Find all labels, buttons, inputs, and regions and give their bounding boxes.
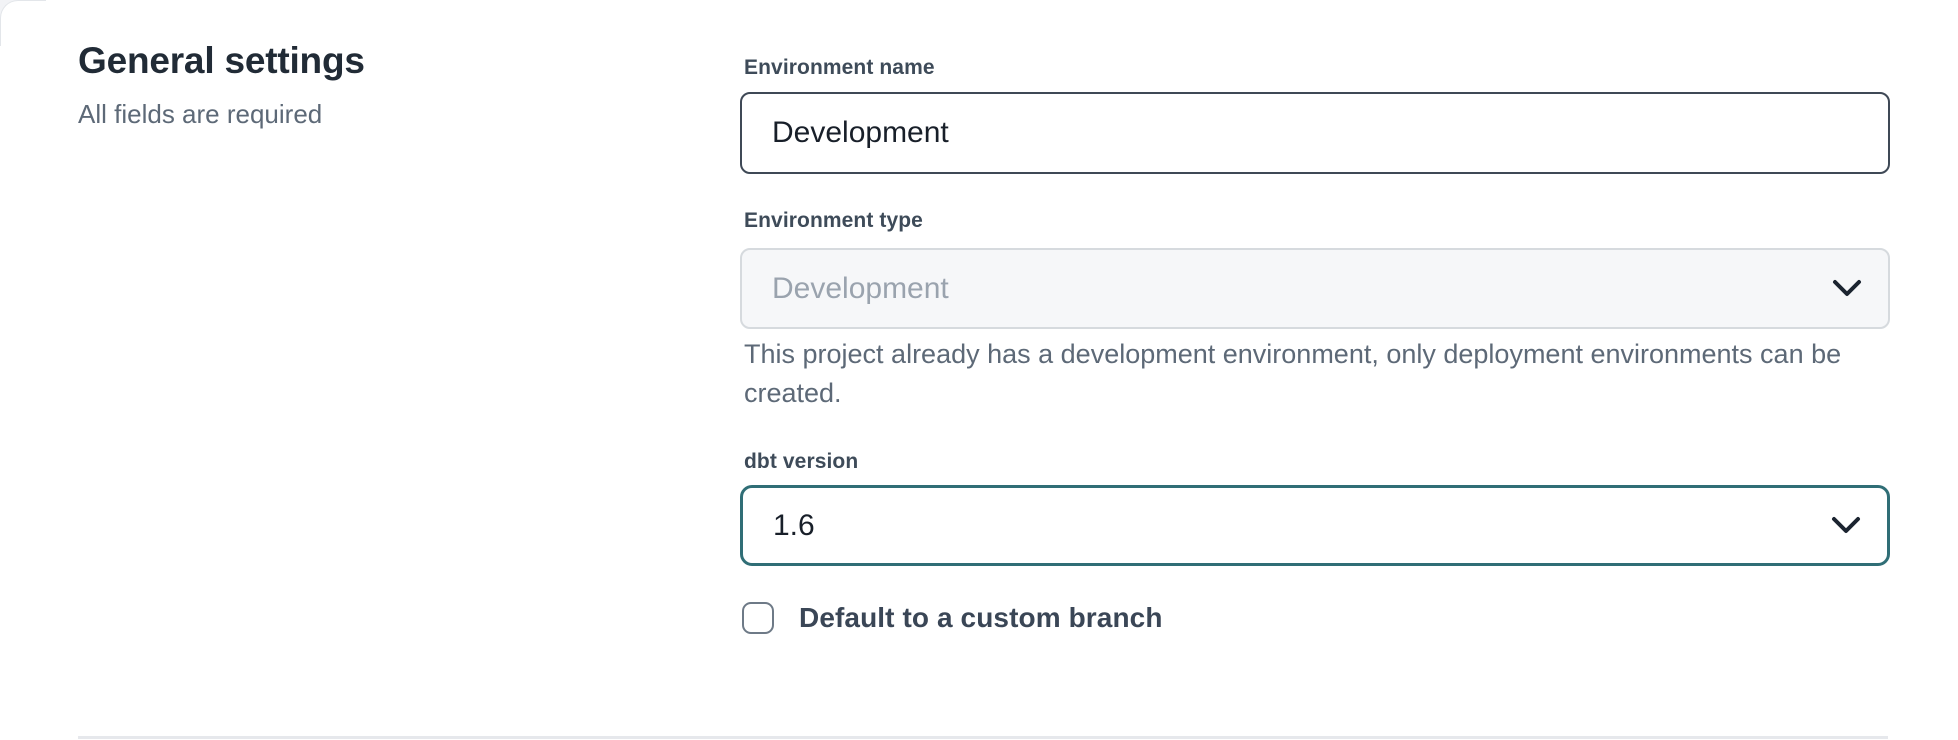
environment-type-select: Development [740, 248, 1890, 329]
environment-type-label: Environment type [744, 209, 923, 233]
page-title: General settings [78, 38, 638, 84]
dbt-version-value: 1.6 [773, 509, 815, 543]
custom-branch-checkbox[interactable] [742, 602, 774, 634]
custom-branch-label: Default to a custom branch [799, 602, 1163, 634]
dbt-version-select[interactable]: 1.6 [740, 485, 1890, 566]
chevron-down-icon [1831, 516, 1861, 535]
chevron-down-icon [1832, 279, 1862, 298]
section-divider [78, 736, 1888, 739]
environment-type-value: Development [772, 272, 949, 306]
page-subtitle: All fields are required [78, 98, 638, 132]
environment-name-label: Environment name [744, 56, 935, 80]
panel-rounded-corner [0, 0, 46, 46]
custom-branch-row[interactable]: Default to a custom branch [742, 602, 1163, 634]
environment-name-input[interactable] [740, 92, 1890, 174]
general-settings-header: General settings All fields are required [78, 38, 638, 132]
dbt-version-label: dbt version [744, 450, 858, 474]
environment-type-helper-text: This project already has a development e… [744, 335, 1874, 413]
